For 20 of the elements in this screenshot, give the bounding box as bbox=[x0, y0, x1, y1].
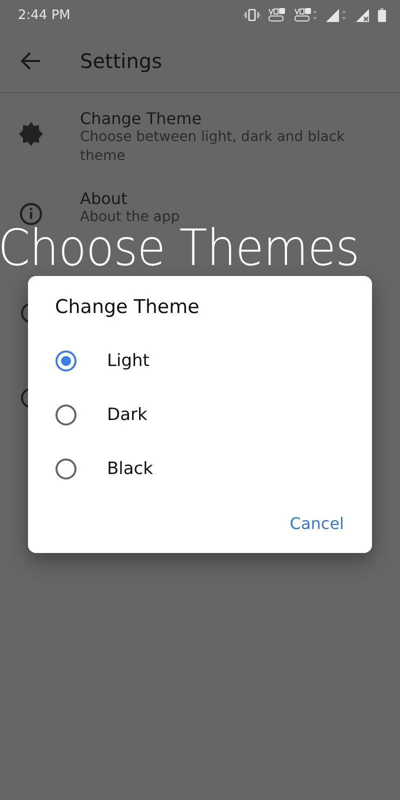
back-arrow-icon[interactable] bbox=[20, 50, 42, 72]
option-label[interactable]: Dark bbox=[107, 405, 148, 425]
setting-subtitle: Choose between light, dark and black theme bbox=[80, 128, 346, 166]
signal-icon bbox=[356, 8, 370, 22]
radio-button[interactable] bbox=[55, 350, 77, 372]
status-time: 2:44 PM bbox=[18, 8, 70, 22]
info-icon bbox=[18, 201, 44, 227]
radio-button[interactable] bbox=[55, 404, 77, 426]
battery-icon bbox=[378, 8, 386, 22]
radio-button[interactable] bbox=[55, 458, 77, 480]
dialog-title: Change Theme bbox=[55, 296, 200, 318]
screen-title: Settings bbox=[80, 49, 162, 73]
volte-icon bbox=[294, 8, 318, 22]
volte-icon bbox=[268, 8, 286, 22]
option-label[interactable]: Black bbox=[107, 459, 153, 479]
option-label[interactable]: Light bbox=[107, 351, 150, 371]
vibrate-icon bbox=[244, 9, 260, 21]
cancel-button[interactable]: Cancel bbox=[286, 508, 348, 539]
brightness-icon bbox=[18, 121, 44, 147]
signal-icon bbox=[326, 8, 348, 22]
